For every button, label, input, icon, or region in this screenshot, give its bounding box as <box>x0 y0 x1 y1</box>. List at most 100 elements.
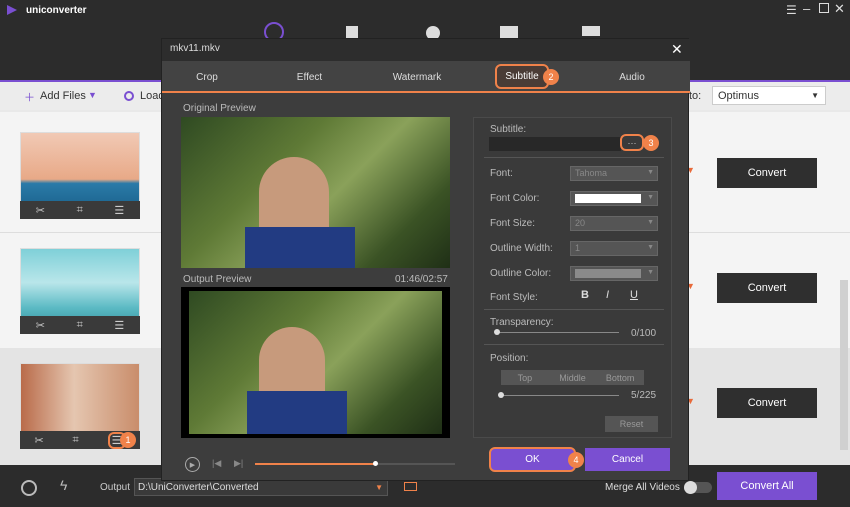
close-icon[interactable]: ✕ <box>671 41 683 58</box>
cancel-button[interactable]: Cancel <box>585 448 670 471</box>
position-selector: Top Middle Bottom <box>501 370 644 385</box>
add-files-button[interactable]: Add Files <box>40 90 86 102</box>
thumbnail-tools: ✂ ⌗ ☰ <box>20 201 140 219</box>
position-label: Position: <box>490 353 529 364</box>
chevron-down-icon: ▼ <box>647 269 654 276</box>
convert-all-button[interactable]: Convert All <box>717 472 817 500</box>
subtitle-settings-panel: Subtitle: ··· Font: Tahoma ▼ Font Color:… <box>473 117 672 438</box>
seek-progress <box>255 463 375 465</box>
merge-toggle[interactable] <box>684 481 712 494</box>
original-preview-image <box>181 117 450 268</box>
seek-handle[interactable] <box>373 461 378 466</box>
tab-watermark[interactable]: Watermark <box>367 61 467 93</box>
outline-width-label: Outline Width: <box>490 243 553 254</box>
person-clothing <box>247 391 347 434</box>
trim-icon[interactable]: ✂ <box>36 319 45 332</box>
dialog-title: mkv11.mkv <box>162 39 690 61</box>
outline-width-select[interactable]: 1 ▼ <box>570 241 658 256</box>
minimize-icon[interactable]: – <box>803 1 810 16</box>
maximize-icon[interactable] <box>819 3 829 13</box>
folder-icon[interactable] <box>404 482 417 491</box>
output-preview-image <box>189 291 442 434</box>
scrollbar[interactable] <box>840 280 848 450</box>
font-size-select[interactable]: 20 ▼ <box>570 216 658 231</box>
underline-button[interactable]: U <box>630 289 638 301</box>
subtitle-browse-button[interactable]: ··· <box>620 134 644 151</box>
output-format-value: Optimus <box>718 90 759 102</box>
thumbnail-tools: ✂ ⌗ ☰ <box>20 316 140 334</box>
outline-color-swatch <box>575 269 641 278</box>
convert-to-label: to: <box>689 90 702 102</box>
chevron-down-icon: ▼ <box>375 483 383 492</box>
load-disc-icon <box>124 91 134 101</box>
output-format-select[interactable]: Optimus ▼ <box>712 86 826 105</box>
merge-label: Merge All Videos <box>605 482 680 493</box>
crop-icon[interactable]: ⌗ <box>73 434 79 447</box>
position-bottom-button[interactable]: Bottom <box>596 370 644 385</box>
toolbox-nav-icon[interactable] <box>582 26 600 36</box>
tab-crop[interactable]: Crop <box>162 61 252 93</box>
lightning-icon[interactable]: ϟ <box>60 477 67 493</box>
divider <box>484 157 664 158</box>
outline-color-picker[interactable]: ▼ <box>570 266 658 281</box>
chevron-down-icon: ▼ <box>647 169 654 176</box>
transparency-handle[interactable] <box>494 329 500 335</box>
alarm-icon[interactable] <box>21 480 37 496</box>
add-files-dropdown-icon[interactable]: ▼ <box>88 90 97 100</box>
position-handle[interactable] <box>498 392 504 398</box>
chevron-down-icon: ▼ <box>647 219 654 226</box>
close-app-icon[interactable]: ✕ <box>834 1 845 17</box>
transparency-slider[interactable] <box>496 332 619 333</box>
effects-icon[interactable]: ☰ <box>114 204 124 217</box>
tab-subtitle[interactable]: Subtitle <box>495 64 549 89</box>
position-slider[interactable] <box>499 395 619 396</box>
transfer-nav-icon[interactable] <box>500 26 518 38</box>
chevron-down-icon: ▼ <box>647 244 654 251</box>
previous-frame-icon[interactable]: |◀ <box>212 458 221 469</box>
crop-icon[interactable]: ⌗ <box>77 204 83 217</box>
output-label: Output <box>100 482 131 493</box>
step-marker-2: 2 <box>543 69 559 85</box>
tab-audio[interactable]: Audio <box>582 61 682 93</box>
person-clothing <box>245 227 355 268</box>
font-select[interactable]: Tahoma ▼ <box>570 166 658 181</box>
output-preview-label: Output Preview <box>183 274 252 285</box>
toggle-knob <box>684 481 697 494</box>
subtitle-file-field[interactable] <box>489 137 621 151</box>
app-logo-icon <box>6 4 18 16</box>
step-marker-4: 4 <box>568 452 584 468</box>
position-middle-button[interactable]: Middle <box>549 370 597 385</box>
bold-button[interactable]: B <box>581 289 589 301</box>
plus-icon: ＋ <box>24 92 35 104</box>
chevron-down-icon: ▼ <box>647 194 654 201</box>
font-label: Font: <box>490 168 513 179</box>
trim-icon[interactable]: ✂ <box>36 204 45 217</box>
font-color-picker[interactable]: ▼ <box>570 191 658 206</box>
time-display: 01:46/02:57 <box>395 274 448 285</box>
effects-icon[interactable]: ☰ <box>114 319 124 332</box>
tab-effect[interactable]: Effect <box>262 61 357 93</box>
play-icon[interactable]: ▶ <box>185 457 200 472</box>
subtitle-label: Subtitle: <box>490 124 527 135</box>
output-path-value: D:\UniConverter\Converted <box>138 482 259 493</box>
italic-button[interactable]: I <box>606 289 609 301</box>
outline-color-label: Outline Color: <box>490 268 552 279</box>
menu-icon[interactable]: ☰ <box>786 3 797 17</box>
font-style-label: Font Style: <box>490 292 538 303</box>
reset-button[interactable]: Reset <box>605 416 658 432</box>
dialog-tabs: Crop Effect Watermark Subtitle Audio <box>162 61 690 93</box>
font-size-value: 20 <box>575 218 586 228</box>
font-color-swatch <box>575 194 641 203</box>
convert-button[interactable]: Convert <box>717 273 817 303</box>
convert-button[interactable]: Convert <box>717 158 817 188</box>
font-value: Tahoma <box>575 168 608 178</box>
position-top-button[interactable]: Top <box>501 370 549 385</box>
ok-button[interactable]: OK <box>489 447 576 472</box>
step-marker-1: 1 <box>120 432 136 448</box>
transparency-value: 0/100 <box>631 328 657 339</box>
step-marker-3: 3 <box>643 135 659 151</box>
convert-button[interactable]: Convert <box>717 388 817 418</box>
trim-icon[interactable]: ✂ <box>34 434 43 447</box>
crop-icon[interactable]: ⌗ <box>77 319 83 332</box>
next-frame-icon[interactable]: ▶| <box>234 458 243 469</box>
